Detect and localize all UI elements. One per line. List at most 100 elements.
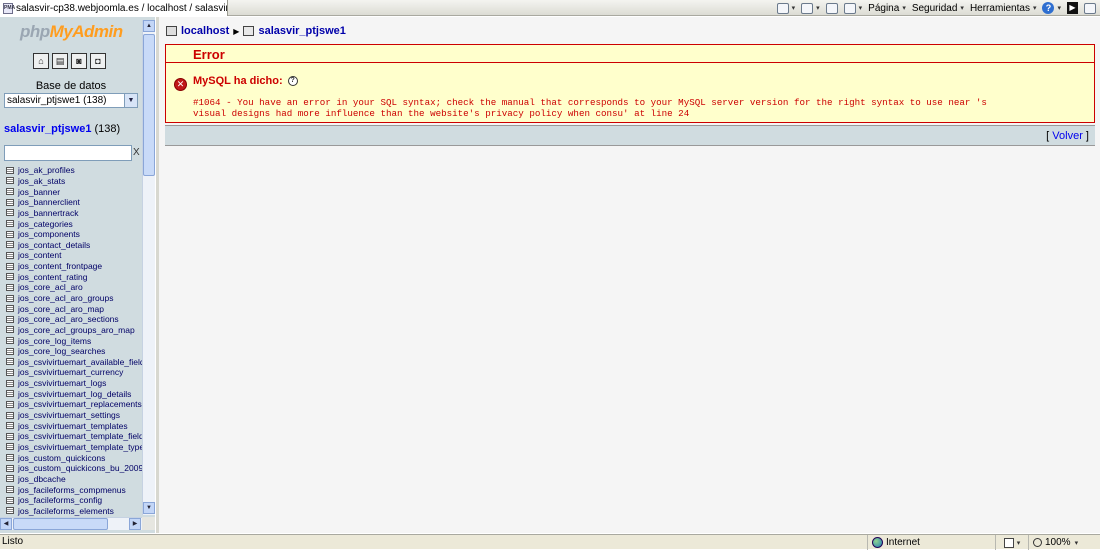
table-icon[interactable]: [6, 496, 14, 504]
table-name[interactable]: jos_components: [18, 229, 80, 239]
table-filter-input[interactable]: [4, 145, 132, 161]
addon-icon[interactable]: [1084, 2, 1096, 14]
table-list-item[interactable]: jos_ak_stats: [6, 176, 145, 187]
table-icon[interactable]: [6, 188, 14, 196]
table-name[interactable]: jos_csvivirtuemart_replacements: [18, 399, 142, 409]
table-list-item[interactable]: jos_csvivirtuemart_currency: [6, 367, 145, 378]
table-name[interactable]: jos_custom_quickicons_bu_2009: [18, 463, 143, 473]
table-icon[interactable]: [6, 422, 14, 430]
table-list-item[interactable]: jos_csvivirtuemart_templates: [6, 420, 145, 431]
table-list-item[interactable]: jos_categories: [6, 218, 145, 229]
tools-menu[interactable]: Herramientas ▾: [970, 3, 1037, 14]
table-list-item[interactable]: jos_components: [6, 229, 145, 240]
chevron-down-icon[interactable]: ▼: [124, 94, 137, 107]
scroll-up-icon[interactable]: ▲: [143, 20, 155, 32]
table-name[interactable]: jos_dbcache: [18, 474, 66, 484]
feeds-button[interactable]: ▾: [801, 2, 820, 14]
table-list-item[interactable]: jos_bannertrack: [6, 208, 145, 219]
table-list-item[interactable]: jos_custom_quickicons_bu_2009: [6, 463, 145, 474]
table-list-item[interactable]: jos_custom_quickicons: [6, 452, 145, 463]
horizontal-scrollbar[interactable]: ◀ ▶: [0, 517, 142, 530]
breadcrumb-database[interactable]: salasvir_ptjswe1: [258, 25, 345, 37]
table-list-item[interactable]: jos_csvivirtuemart_replacements: [6, 399, 145, 410]
table-icon[interactable]: [6, 368, 14, 376]
table-list-item[interactable]: jos_core_acl_aro_sections: [6, 314, 145, 325]
table-icon[interactable]: [6, 486, 14, 494]
page-menu[interactable]: Página ▾: [868, 3, 906, 14]
table-name[interactable]: jos_bannertrack: [18, 208, 78, 218]
table-list-item[interactable]: jos_csvivirtuemart_template_field: [6, 431, 145, 442]
print-button[interactable]: ▾: [843, 2, 862, 14]
table-list-item[interactable]: jos_content_frontpage: [6, 261, 145, 272]
table-name[interactable]: jos_bannerclient: [18, 197, 80, 207]
table-icon[interactable]: [6, 400, 14, 408]
table-icon[interactable]: [6, 507, 14, 515]
sql-query-icon[interactable]: ▤: [52, 53, 68, 69]
table-list-item[interactable]: jos_ak_profiles: [6, 165, 145, 176]
table-name[interactable]: jos_content_rating: [18, 272, 87, 282]
table-name[interactable]: jos_csvivirtuemart_currency: [18, 367, 123, 377]
table-name[interactable]: jos_ak_stats: [18, 176, 65, 186]
table-icon[interactable]: [6, 358, 14, 366]
documentation-help-icon[interactable]: ?: [287, 76, 298, 86]
table-list-item[interactable]: jos_banner: [6, 186, 145, 197]
documentation-icon[interactable]: ◙: [71, 53, 87, 69]
table-icon[interactable]: [6, 454, 14, 462]
database-link[interactable]: salasvir_ptjswe1: [4, 123, 91, 135]
scroll-right-icon[interactable]: ▶: [129, 518, 141, 530]
table-name[interactable]: jos_csvivirtuemart_template_type: [18, 442, 144, 452]
table-list-item[interactable]: jos_csvivirtuemart_template_type: [6, 442, 145, 453]
table-name[interactable]: jos_banner: [18, 187, 60, 197]
table-name[interactable]: jos_core_acl_aro_sections: [18, 314, 119, 324]
table-icon[interactable]: [6, 241, 14, 249]
table-name[interactable]: jos_content: [18, 250, 61, 260]
database-select[interactable]: salasvir_ptjswe1 (138) ▼: [4, 93, 138, 108]
table-icon[interactable]: [6, 166, 14, 174]
home-button[interactable]: ▾: [776, 2, 795, 14]
table-icon[interactable]: [6, 294, 14, 302]
table-name[interactable]: jos_csvivirtuemart_template_field: [18, 431, 144, 441]
table-icon[interactable]: [6, 273, 14, 281]
table-icon[interactable]: [6, 464, 14, 472]
table-name[interactable]: jos_core_acl_groups_aro_map: [18, 325, 135, 335]
table-icon[interactable]: [6, 390, 14, 398]
table-icon[interactable]: [6, 283, 14, 291]
table-icon[interactable]: [6, 209, 14, 217]
table-icon[interactable]: [6, 262, 14, 270]
protected-mode[interactable]: ▾: [995, 535, 1028, 550]
table-list-item[interactable]: jos_facileforms_config: [6, 495, 145, 506]
table-list-item[interactable]: jos_core_log_items: [6, 335, 145, 346]
table-name[interactable]: jos_contact_details: [18, 240, 90, 250]
table-icon[interactable]: [6, 220, 14, 228]
phpmyadmin-logo[interactable]: phpMyAdmin: [20, 22, 123, 42]
table-icon[interactable]: [6, 347, 14, 355]
browser-tab[interactable]: PMA salasvir-cp38.webjoomla.es / localho…: [0, 0, 228, 16]
table-list-item[interactable]: jos_bannerclient: [6, 197, 145, 208]
table-icon[interactable]: [6, 177, 14, 185]
table-icon[interactable]: [6, 475, 14, 483]
table-name[interactable]: jos_core_acl_aro_groups: [18, 293, 113, 303]
table-list-item[interactable]: jos_core_acl_groups_aro_map: [6, 325, 145, 336]
table-list-item[interactable]: jos_core_log_searches: [6, 346, 145, 357]
table-list-item[interactable]: jos_content: [6, 250, 145, 261]
table-icon[interactable]: [6, 230, 14, 238]
table-name[interactable]: jos_ak_profiles: [18, 165, 75, 175]
scroll-thumb-horizontal[interactable]: [13, 518, 108, 530]
table-name[interactable]: jos_core_log_items: [18, 336, 91, 346]
table-icon[interactable]: [6, 305, 14, 313]
scroll-left-icon[interactable]: ◀: [0, 518, 12, 530]
table-icon[interactable]: [6, 379, 14, 387]
table-icon[interactable]: [6, 326, 14, 334]
mail-button[interactable]: [825, 2, 838, 14]
back-link[interactable]: Volver: [1052, 130, 1083, 142]
table-icon[interactable]: [6, 315, 14, 323]
table-list-item[interactable]: jos_csvivirtuemart_settings: [6, 410, 145, 421]
help-menu[interactable]: ? ▾: [1042, 2, 1061, 14]
table-name[interactable]: jos_custom_quickicons: [18, 453, 105, 463]
table-icon[interactable]: [6, 337, 14, 345]
table-list-item[interactable]: jos_csvivirtuemart_log_details: [6, 388, 145, 399]
table-name[interactable]: jos_facileforms_compmenus: [18, 485, 126, 495]
table-name[interactable]: jos_core_log_searches: [18, 346, 105, 356]
security-zone[interactable]: Internet: [867, 535, 995, 550]
table-name[interactable]: jos_categories: [18, 219, 73, 229]
